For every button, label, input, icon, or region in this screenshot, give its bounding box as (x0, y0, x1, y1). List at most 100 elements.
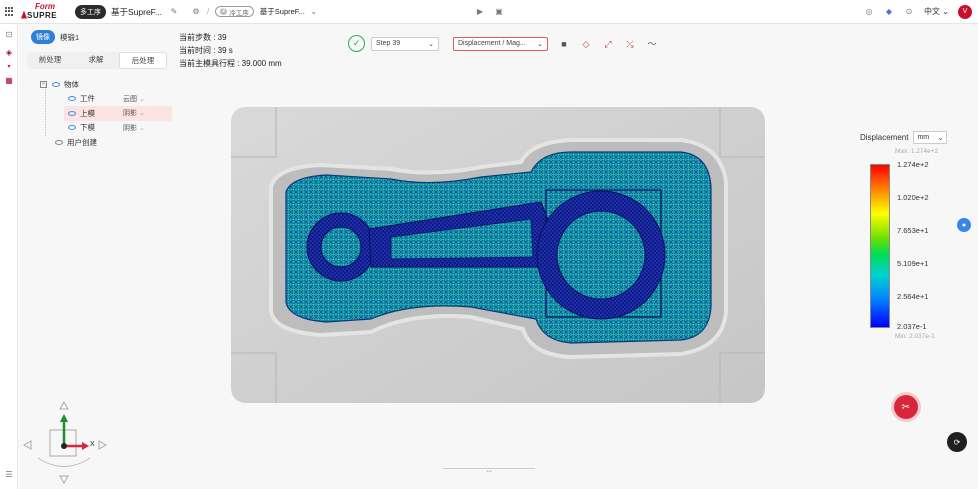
display-mode-label: 阴影 (123, 110, 137, 118)
eye-hidden-icon[interactable] (55, 139, 63, 145)
chat-button[interactable]: ⟳ (947, 432, 967, 452)
help-icon[interactable]: ⊙ (904, 7, 914, 17)
model-panel: 镜像 模锻1 前处理 求解 后处理 − 物体 工件 云图 ⌄ 上模 阴影 ⌄ 下模 … (27, 30, 172, 150)
tab-postprocess[interactable]: 后处理 (119, 52, 167, 69)
legend-tick: 7.653e+1 (897, 226, 929, 235)
chevron-down-icon: ⌄ (139, 95, 145, 103)
tab-preprocess[interactable]: 前处理 (27, 52, 73, 69)
tree-item-label: 上模 (80, 108, 95, 118)
display-mode-label: 云图 (123, 95, 137, 103)
result-controls: ✓ Step 39 ⌄ Displacement / Mag... ⌄ ■ ◇ ⤢ … (348, 35, 658, 52)
forging-simulation-render (231, 107, 765, 403)
left-toolbar: ⊡ ◈ ▾ ▦ ☰ (0, 24, 18, 489)
eye-icon[interactable] (68, 96, 76, 102)
chevron-down-icon: ⌄ (139, 124, 145, 132)
measure-icon[interactable]: ⤢ (602, 38, 614, 50)
unit-value: mm (917, 134, 930, 141)
mirror-tag[interactable]: 镜像 (31, 30, 55, 44)
expand-icon[interactable]: ▾ (4, 62, 14, 72)
step-pill[interactable]: 2 冷工序 (215, 6, 254, 17)
model-tree-icon[interactable]: ⊡ (4, 30, 14, 40)
video-camera-icon[interactable]: ■ (558, 38, 570, 50)
assembly-icon[interactable]: ▦ (4, 76, 14, 86)
display-mode-select[interactable]: 云图 ⌄ (123, 94, 145, 104)
tree-root-label: 物体 (64, 79, 79, 89)
bottom-panel-handle[interactable]: ••• (443, 468, 535, 475)
result-type-value: Displacement / Mag... (458, 40, 526, 47)
view-cube[interactable]: X (22, 400, 112, 485)
graph-icon[interactable]: 〜 (646, 38, 658, 50)
legend-tick: 5.109e+1 (897, 259, 929, 268)
current-time: 当前时间 : 39 s (179, 46, 233, 55)
edit-icon[interactable]: ✎ (169, 7, 179, 17)
legend-title: Displacement (860, 133, 909, 142)
chevron-down-icon[interactable]: ⌄ (309, 7, 319, 17)
legend-tick: 1.020e+2 (897, 193, 929, 202)
cube-icon[interactable]: ◆ (884, 7, 894, 17)
play-icon[interactable]: ▶ (475, 7, 485, 17)
chevron-down-icon: ⌄ (942, 7, 949, 16)
user-avatar[interactable]: V (958, 4, 972, 19)
tree-item-workpiece[interactable]: 工件 云图 ⌄ (27, 92, 172, 107)
apps-grid-icon[interactable] (5, 6, 15, 17)
display-mode-label: 阴影 (123, 124, 137, 132)
top-bar: Form SUPRE 多工序 基于SupreF... ✎ ⚙ / 2 冷工序 基于… (0, 0, 978, 24)
tab-solve[interactable]: 求解 (73, 52, 119, 69)
result-type-select[interactable]: Displacement / Mag... ⌄ (453, 36, 548, 51)
chevron-down-icon: ⌄ (139, 110, 145, 118)
breadcrumb-separator: / (207, 7, 210, 16)
current-stroke: 当前主模具行程 : 39.000 mm (179, 59, 282, 68)
language-label: 中文 (924, 7, 940, 16)
mode-badge: 多工序 (75, 4, 106, 19)
display-mode-select[interactable]: 阴影 ⌄ (123, 123, 145, 133)
3d-viewport[interactable] (231, 107, 765, 403)
tree-item-upper-die[interactable]: 上模 阴影 ⌄ (64, 106, 172, 121)
unit-select[interactable]: mm ⌄ (913, 131, 948, 144)
supreform-logo: Form SUPRE (21, 2, 65, 21)
breadcrumb-file[interactable]: 基于SupreF... (260, 6, 305, 17)
chevron-down-icon: ⌄ (537, 40, 543, 48)
project-name[interactable]: 基于SupreF... (111, 6, 162, 18)
step-select[interactable]: Step 39 ⌄ (371, 36, 439, 51)
step-pill-label: 冷工序 (229, 9, 249, 17)
model-label: 模锻1 (60, 32, 80, 42)
settings-icon[interactable]: ⚙ (191, 7, 201, 17)
language-select[interactable]: 中文 ⌄ (924, 6, 949, 17)
step-number: 2 (220, 8, 228, 15)
legend-tick: 2.564e+1 (897, 292, 929, 301)
tree-root[interactable]: − 物体 (27, 77, 172, 92)
list-icon[interactable]: ☰ (4, 470, 14, 480)
collapse-icon[interactable]: − (40, 80, 47, 88)
legend-tick: 1.274e+2 (897, 160, 929, 169)
assistant-icon[interactable]: ● (957, 218, 971, 232)
document-icon[interactable]: ▣ (494, 7, 504, 17)
color-legend: Displacement mm ⌄ Max: 1.274e+2 1.274e+2 … (860, 131, 960, 340)
tools-fab-button[interactable]: ✂ (894, 395, 918, 419)
legend-min: Min: 2.037e-1 (895, 333, 935, 340)
step-info: 当前步数 : 39 当前时间 : 39 s 当前主模具行程 : 39.000 m… (179, 31, 282, 70)
tree-item-label: 下模 (80, 123, 95, 133)
object-tree: − 物体 工件 云图 ⌄ 上模 阴影 ⌄ 下模 阴影 ⌄ 用户创建 (27, 77, 172, 150)
legend-gradient-bar (870, 164, 890, 328)
current-step: 当前步数 : 39 (179, 33, 227, 42)
tree-item-label: 用户创建 (67, 137, 97, 147)
tree-item-user-created[interactable]: 用户创建 (27, 135, 172, 150)
legend-tick: 2.037e-1 (897, 322, 927, 331)
step-select-value: Step 39 (376, 40, 401, 47)
tree-item-lower-die[interactable]: 下模 阴影 ⌄ (27, 121, 172, 136)
chevron-down-icon: ⌄ (428, 40, 434, 48)
globe-icon[interactable]: ◎ (864, 7, 874, 17)
track-points-icon[interactable]: ⤯ (624, 38, 636, 50)
workflow-tabs: 前处理 求解 后处理 (27, 52, 167, 69)
tree-item-label: 工件 (80, 94, 95, 104)
chevron-down-icon: ⌄ (937, 134, 944, 142)
eye-icon[interactable] (52, 81, 60, 87)
eye-icon[interactable] (68, 125, 76, 131)
legend-max: Max: 1.274e+2 (895, 148, 939, 155)
eye-icon[interactable] (68, 110, 76, 116)
box-select-icon[interactable]: ◇ (580, 38, 592, 50)
display-mode-select[interactable]: 阴影 ⌄ (123, 108, 145, 118)
check-icon[interactable]: ✓ (348, 35, 365, 52)
part-icon[interactable]: ◈ (4, 48, 14, 58)
x-axis-label: X (90, 441, 95, 448)
